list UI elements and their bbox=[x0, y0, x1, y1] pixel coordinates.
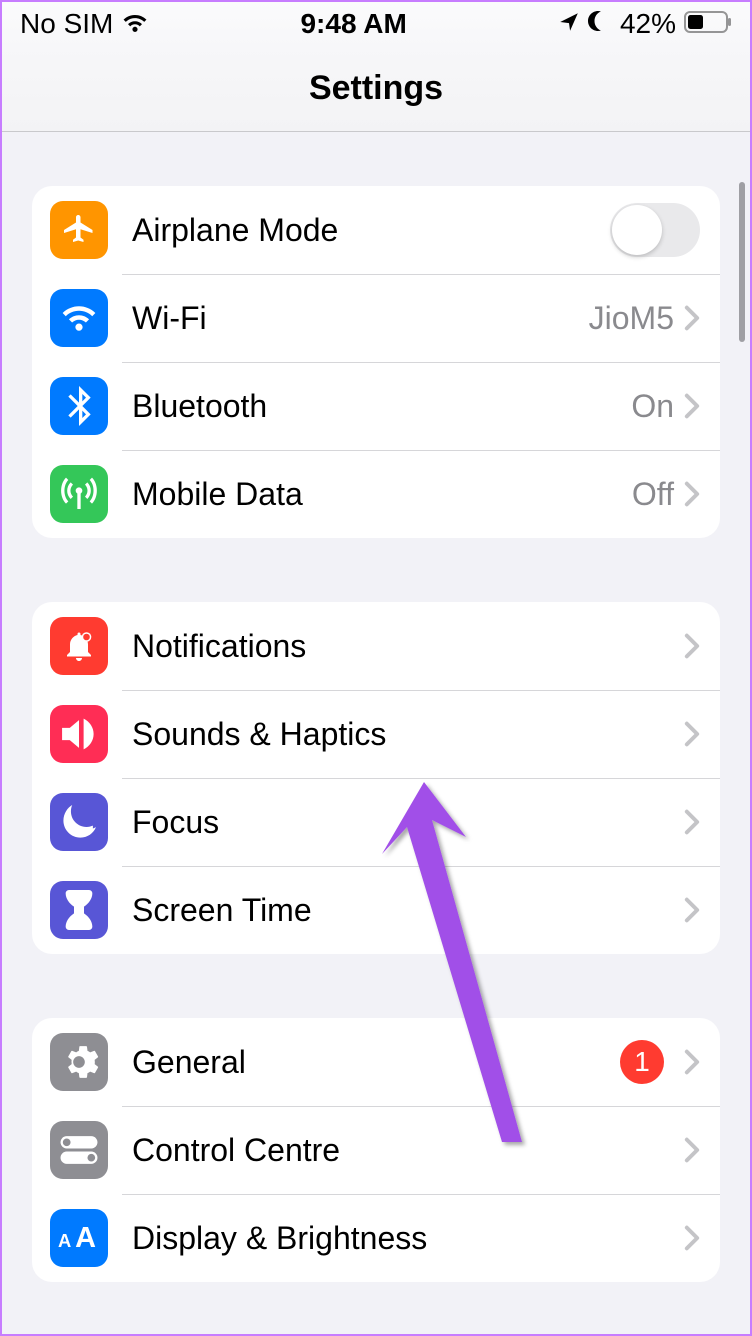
row-airplane-mode[interactable]: Airplane Mode bbox=[32, 186, 720, 274]
gear-icon bbox=[50, 1033, 108, 1091]
svg-text:A: A bbox=[75, 1223, 96, 1253]
chevron-right-icon bbox=[684, 393, 700, 419]
bluetooth-icon bbox=[50, 377, 108, 435]
scroll-indicator[interactable] bbox=[739, 182, 745, 342]
nav-header: Settings bbox=[2, 46, 750, 132]
wifi-status-icon bbox=[121, 8, 149, 40]
row-notifications[interactable]: Notifications bbox=[32, 602, 720, 690]
row-label: Sounds & Haptics bbox=[132, 716, 684, 753]
row-value: Off bbox=[632, 476, 674, 513]
page-title: Settings bbox=[309, 69, 443, 108]
battery-icon bbox=[684, 8, 732, 40]
row-display-brightness[interactable]: AA Display & Brightness bbox=[32, 1194, 720, 1282]
row-focus[interactable]: Focus bbox=[32, 778, 720, 866]
status-bar: No SIM 9:48 AM 42% bbox=[2, 2, 750, 46]
battery-pct: 42% bbox=[620, 8, 676, 40]
row-control-centre[interactable]: Control Centre bbox=[32, 1106, 720, 1194]
textsize-icon: AA bbox=[50, 1209, 108, 1267]
row-sounds-haptics[interactable]: Sounds & Haptics bbox=[32, 690, 720, 778]
chevron-right-icon bbox=[684, 1137, 700, 1163]
svg-text:A: A bbox=[58, 1230, 71, 1251]
chevron-right-icon bbox=[684, 897, 700, 923]
chevron-right-icon bbox=[684, 809, 700, 835]
row-label: General bbox=[132, 1044, 620, 1081]
status-time: 9:48 AM bbox=[300, 8, 406, 40]
row-wifi[interactable]: Wi-Fi JioM5 bbox=[32, 274, 720, 362]
moon-icon bbox=[50, 793, 108, 851]
settings-group-notifications: Notifications Sounds & Haptics Focus bbox=[32, 602, 720, 954]
settings-scroll[interactable]: Airplane Mode Wi-Fi JioM5 Bluetooth On bbox=[2, 132, 750, 1334]
settings-group-general: General 1 Control Centre AA Display & Br… bbox=[32, 1018, 720, 1282]
row-label: Mobile Data bbox=[132, 476, 632, 513]
row-value: On bbox=[631, 388, 674, 425]
toggles-icon bbox=[50, 1121, 108, 1179]
row-label: Notifications bbox=[132, 628, 684, 665]
chevron-right-icon bbox=[684, 1049, 700, 1075]
chevron-right-icon bbox=[684, 721, 700, 747]
row-label: Screen Time bbox=[132, 892, 684, 929]
antenna-icon bbox=[50, 465, 108, 523]
bell-icon bbox=[50, 617, 108, 675]
chevron-right-icon bbox=[684, 481, 700, 507]
row-label: Display & Brightness bbox=[132, 1220, 684, 1257]
row-general[interactable]: General 1 bbox=[32, 1018, 720, 1106]
row-screen-time[interactable]: Screen Time bbox=[32, 866, 720, 954]
row-label: Airplane Mode bbox=[132, 212, 610, 249]
row-bluetooth[interactable]: Bluetooth On bbox=[32, 362, 720, 450]
settings-group-connectivity: Airplane Mode Wi-Fi JioM5 Bluetooth On bbox=[32, 186, 720, 538]
row-label: Bluetooth bbox=[132, 388, 631, 425]
row-label: Wi-Fi bbox=[132, 300, 589, 337]
dnd-moon-icon bbox=[588, 8, 612, 40]
chevron-right-icon bbox=[684, 305, 700, 331]
row-label: Focus bbox=[132, 804, 684, 841]
hourglass-icon bbox=[50, 881, 108, 939]
chevron-right-icon bbox=[684, 1225, 700, 1251]
airplane-toggle[interactable] bbox=[610, 203, 700, 257]
notification-badge: 1 bbox=[620, 1040, 664, 1084]
row-label: Control Centre bbox=[132, 1132, 684, 1169]
row-mobile-data[interactable]: Mobile Data Off bbox=[32, 450, 720, 538]
airplane-icon bbox=[50, 201, 108, 259]
wifi-icon bbox=[50, 289, 108, 347]
location-icon bbox=[558, 8, 580, 40]
carrier-text: No SIM bbox=[20, 8, 113, 40]
row-value: JioM5 bbox=[589, 300, 674, 337]
chevron-right-icon bbox=[684, 633, 700, 659]
speaker-icon bbox=[50, 705, 108, 763]
